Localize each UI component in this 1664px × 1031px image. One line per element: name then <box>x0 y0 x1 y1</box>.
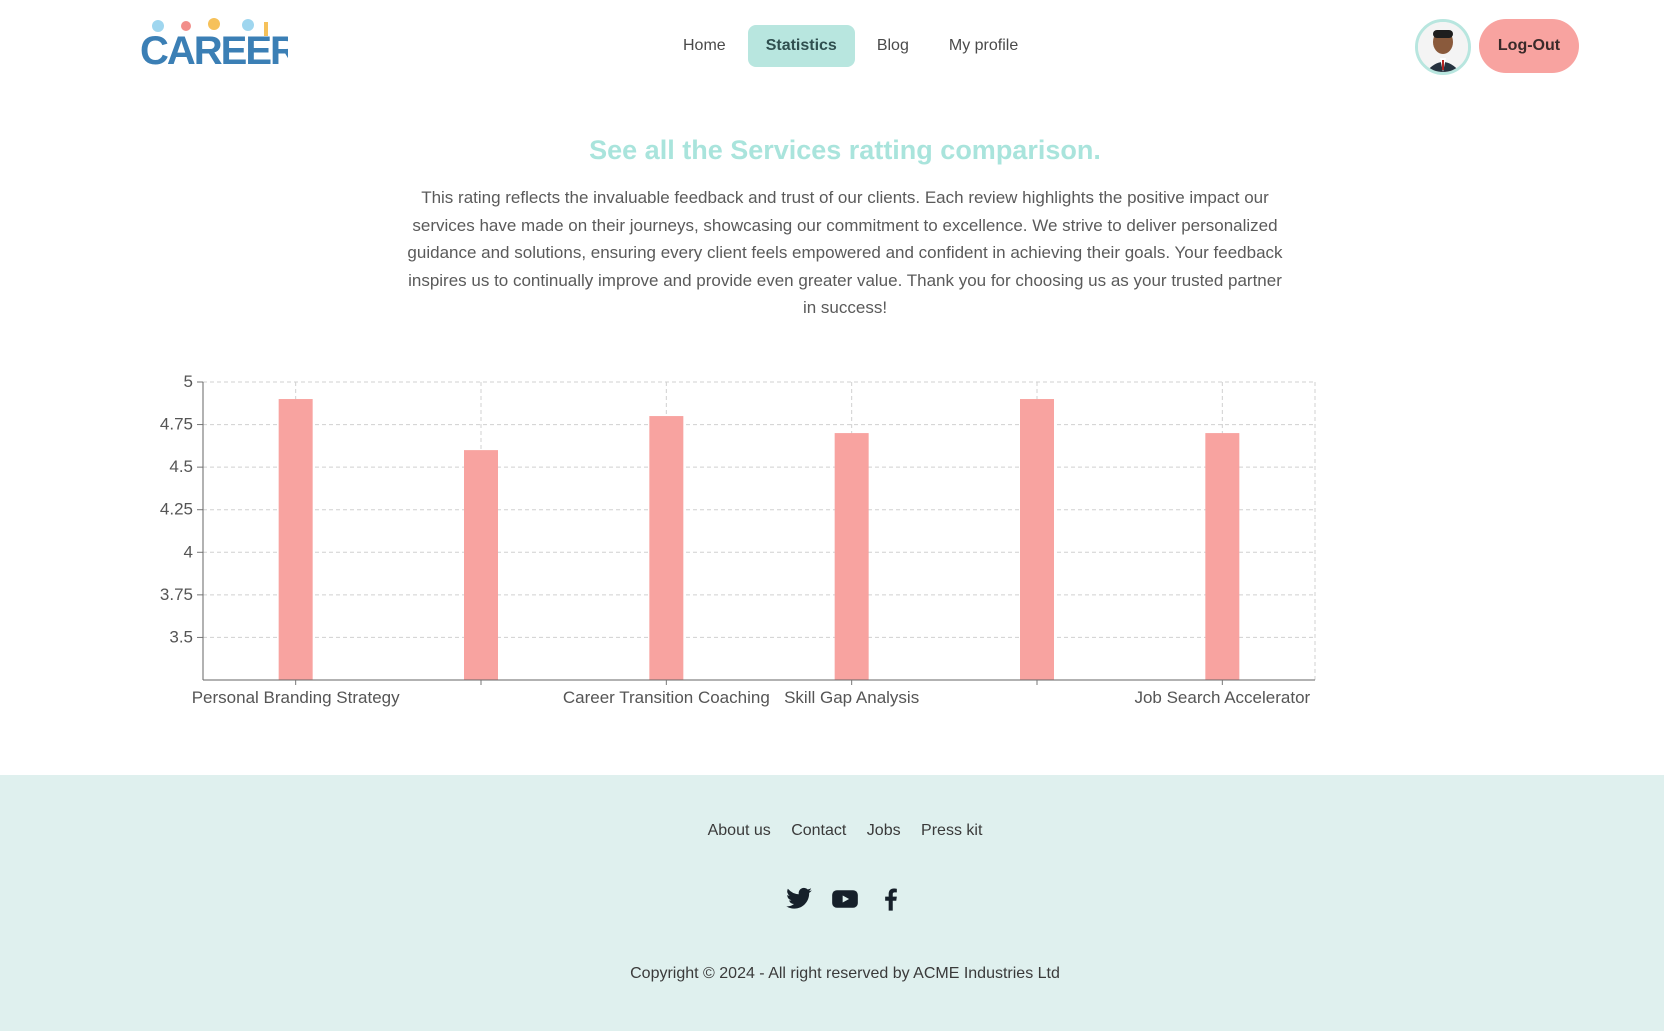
chart-bar <box>464 450 498 680</box>
copyright-text: Copyright © 2024 - All right reserved by… <box>630 965 1060 982</box>
footer-link-press[interactable]: Press kit <box>921 822 982 839</box>
page-title: See all the Services ratting comparison. <box>589 135 1101 165</box>
y-tick-label: 5 <box>184 372 193 391</box>
facebook-icon[interactable] <box>877 885 905 913</box>
footer-link-jobs[interactable]: Jobs <box>867 822 901 839</box>
nav-statistics[interactable]: Statistics <box>747 25 855 67</box>
y-tick-label: 3.75 <box>160 585 193 604</box>
header: CAREER Home Statistics Blog My profile L… <box>0 0 1664 95</box>
x-tick-label: Career Transition Coaching <box>563 688 770 707</box>
y-tick-label: 4.25 <box>160 500 193 519</box>
ratings-chart: 5 4.75 4.5 4.25 4 3.75 3.5 Personal Branding St… <box>140 370 1340 710</box>
chart-bar <box>649 416 684 680</box>
twitter-icon[interactable] <box>785 885 813 913</box>
footer-link-contact[interactable]: Contact <box>791 822 846 839</box>
footer-links: About us Contact Jobs Press kit <box>0 822 1664 840</box>
chart-bar <box>1020 399 1054 680</box>
y-tick-label: 4.5 <box>169 457 193 476</box>
x-tick-label: Personal Branding Strategy <box>192 688 400 707</box>
x-tick-label: Skill Gap Analysis <box>784 688 919 707</box>
social-links <box>0 885 1664 913</box>
footer: About us Contact Jobs Press kit Copyrigh… <box>0 775 1664 1031</box>
nav-my-profile[interactable]: My profile <box>931 25 1036 67</box>
ratings-chart-svg: 5 4.75 4.5 4.25 4 3.75 3.5 Personal Branding St… <box>160 372 1316 707</box>
site-logo[interactable]: CAREER <box>138 18 301 73</box>
nav-blog[interactable]: Blog <box>859 25 927 67</box>
y-tick-label: 4 <box>184 542 193 561</box>
chart-bar <box>1205 433 1240 680</box>
y-tick-label: 3.5 <box>169 627 193 646</box>
main-nav: Home Statistics Blog My profile <box>665 25 1036 67</box>
y-tick-label: 4.75 <box>160 415 193 434</box>
x-tick-label: Job Search Accelerator <box>1134 688 1310 707</box>
page-description: This rating reflects the invaluable feed… <box>407 188 1283 318</box>
logout-button[interactable]: Log-Out <box>1479 19 1579 73</box>
chart-bar <box>278 399 313 680</box>
user-avatar[interactable] <box>1415 19 1471 75</box>
youtube-icon[interactable] <box>831 885 859 913</box>
chart-bar <box>834 433 869 680</box>
nav-home[interactable]: Home <box>665 25 744 67</box>
footer-link-about[interactable]: About us <box>708 822 771 839</box>
